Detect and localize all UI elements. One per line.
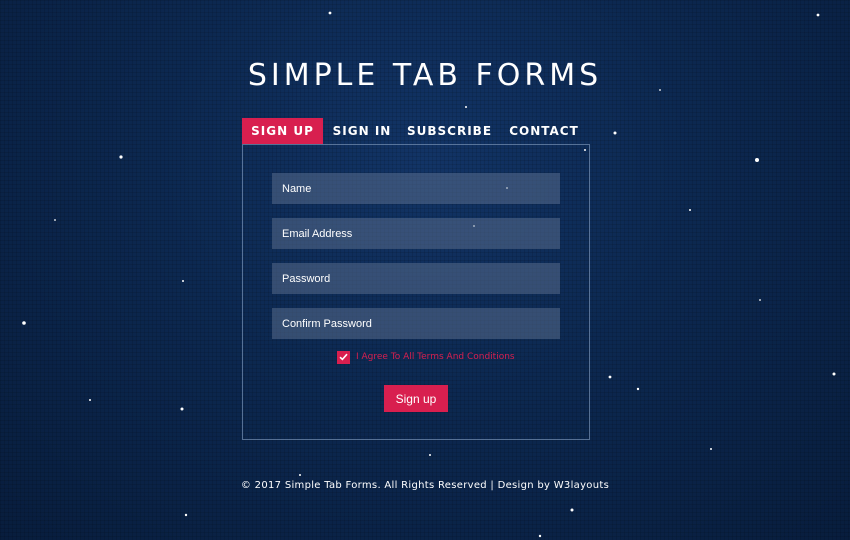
email-field[interactable] <box>272 218 560 249</box>
tab-bar: SIGN UP SIGN IN SUBSCRIBE CONTACT <box>242 118 590 144</box>
check-icon <box>339 353 348 361</box>
terms-agreement: I Agree To All Terms And Conditions <box>337 350 515 364</box>
tab-contact[interactable]: CONTACT <box>498 118 590 144</box>
sign-up-button[interactable]: Sign up <box>384 385 448 412</box>
page-title: SIMPLE TAB FORMS <box>247 58 603 94</box>
password-field[interactable] <box>272 263 560 294</box>
name-field[interactable] <box>272 173 560 204</box>
confirm-password-field[interactable] <box>272 308 560 339</box>
tab-sign-up[interactable]: SIGN UP <box>242 118 323 144</box>
tab-sign-in[interactable]: SIGN IN <box>323 118 401 144</box>
footer-copyright: © 2017 Simple Tab Forms. All Rights Rese… <box>240 480 610 491</box>
terms-label[interactable]: I Agree To All Terms And Conditions <box>356 352 515 362</box>
sign-up-form: I Agree To All Terms And Conditions Sign… <box>242 144 590 440</box>
tab-subscribe[interactable]: SUBSCRIBE <box>401 118 498 144</box>
terms-checkbox[interactable] <box>337 350 350 364</box>
